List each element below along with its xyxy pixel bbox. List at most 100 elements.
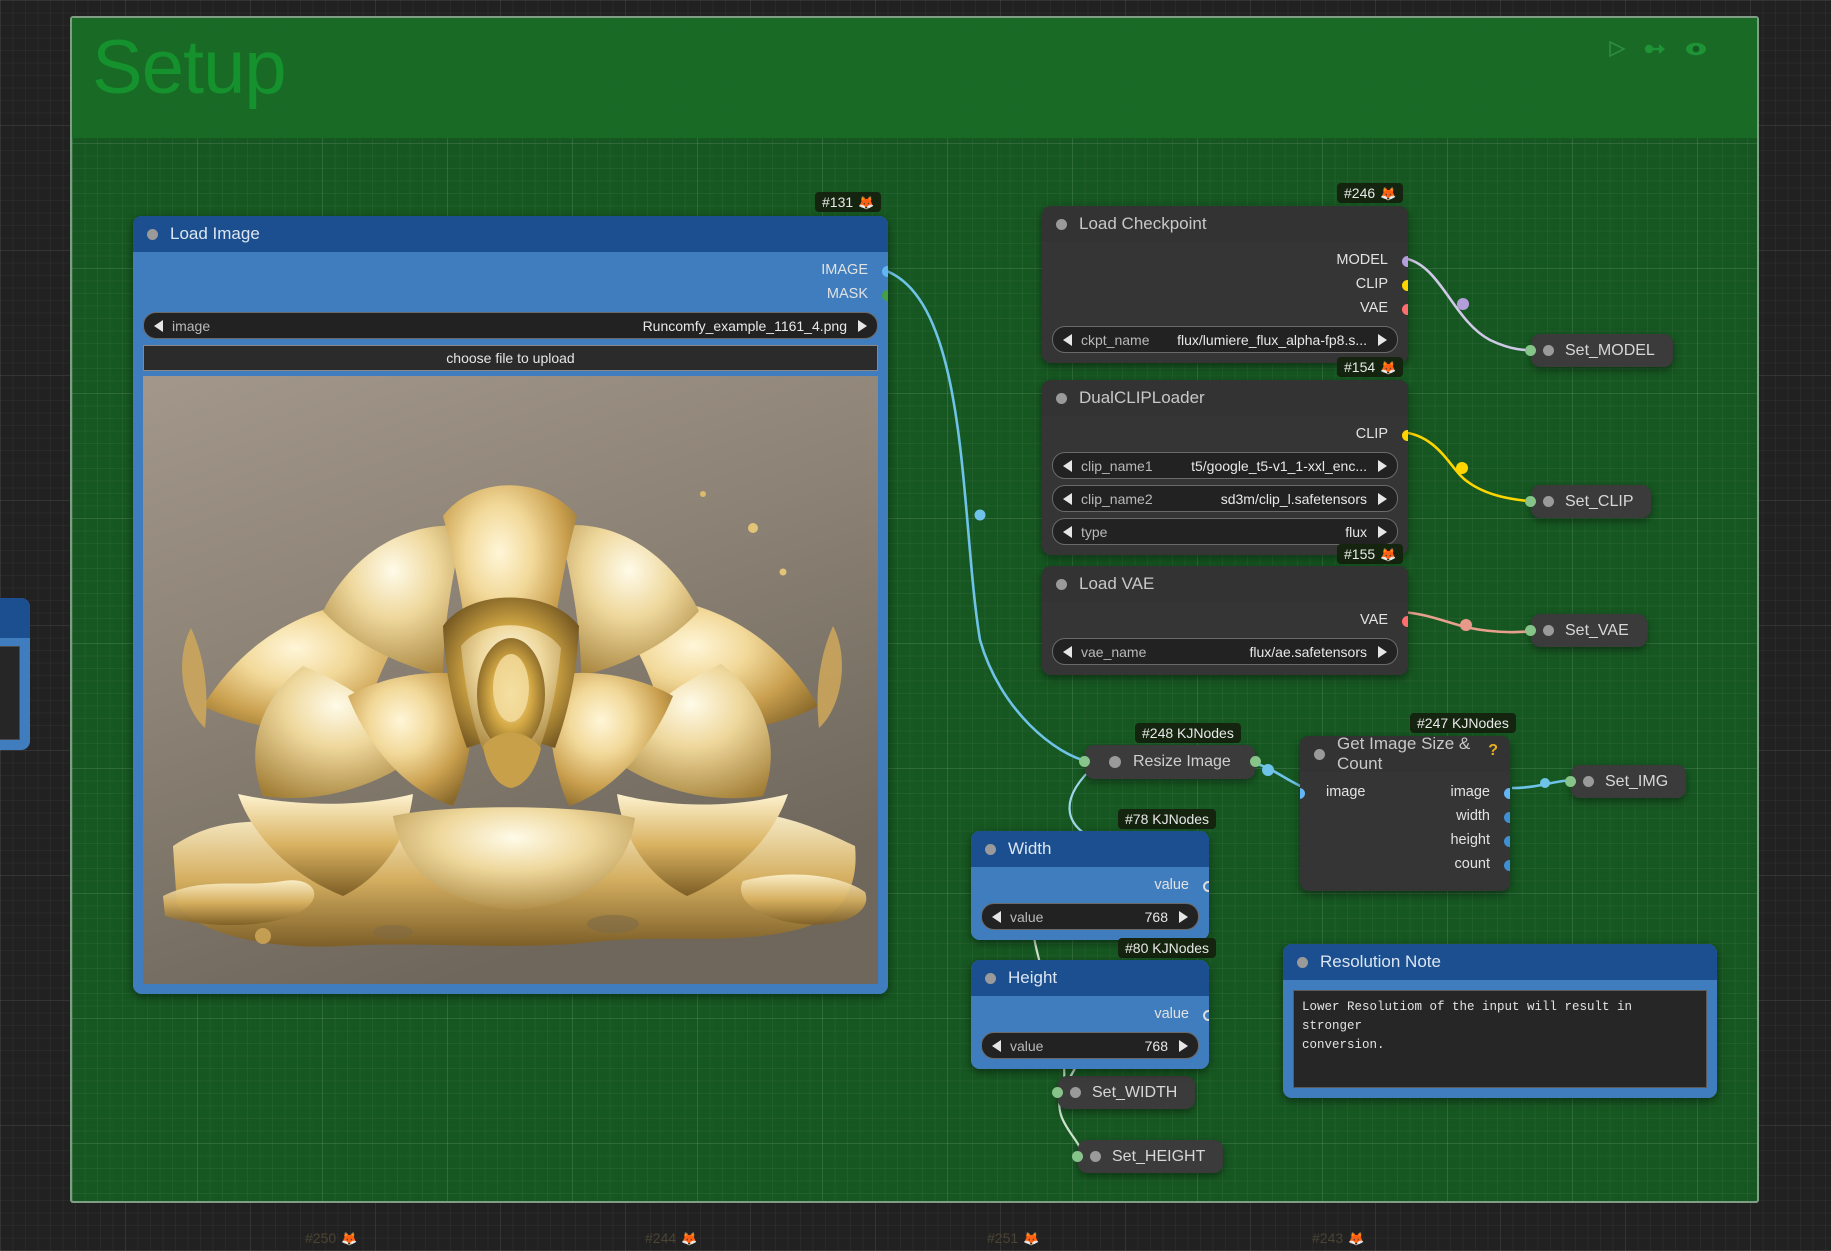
node-load-image[interactable]: Load Image IMAGE MASK image Runcomfy_exa…	[133, 216, 888, 994]
chevron-right-icon[interactable]	[1378, 459, 1387, 472]
note-textarea[interactable]: Lower Resolutiom of the input will resul…	[1293, 990, 1707, 1088]
output-slot-vae[interactable]: VAE	[1052, 611, 1408, 632]
output-dot-mask[interactable]	[882, 290, 888, 301]
chevron-left-icon[interactable]	[154, 319, 163, 332]
node-load-vae-title[interactable]: Load VAE	[1042, 566, 1408, 602]
widget-ckpt-name[interactable]: ckpt_name flux/lumiere_flux_alpha-fp8.s.…	[1052, 326, 1398, 353]
output-dot-value[interactable]	[1203, 1010, 1209, 1021]
node-set-clip[interactable]: Set_CLIP	[1525, 485, 1652, 518]
node-width[interactable]: Width value value 768	[971, 831, 1209, 940]
output-dot-clip[interactable]	[1402, 280, 1408, 291]
output-slot-mask[interactable]: MASK	[143, 285, 888, 306]
collapse-icon[interactable]	[985, 843, 996, 855]
eye-icon[interactable]	[1683, 40, 1709, 58]
widget-height-value[interactable]: value 768	[981, 1032, 1199, 1059]
node-load-vae[interactable]: Load VAE VAE vae_name flux/ae.safetensor…	[1042, 566, 1408, 675]
input-dot[interactable]	[1072, 1151, 1083, 1162]
widget-type[interactable]: type flux	[1052, 518, 1398, 545]
node-resolution-note-title[interactable]: Resolution Note	[1283, 944, 1717, 980]
node-dualclip-title[interactable]: DualCLIPLoader	[1042, 380, 1408, 416]
collapse-icon[interactable]	[1056, 218, 1067, 230]
input-dot[interactable]	[1525, 625, 1536, 636]
collapse-icon[interactable]	[147, 228, 158, 240]
chevron-right-icon[interactable]	[858, 319, 867, 332]
input-dot[interactable]	[1052, 1087, 1063, 1098]
widget-clip-name2[interactable]: clip_name2 sd3m/clip_l.safetensors	[1052, 485, 1398, 512]
output-slot-image[interactable]: IMAGE	[143, 261, 888, 282]
collapse-icon[interactable]	[1314, 748, 1325, 760]
output-slot-value[interactable]: value	[981, 876, 1209, 897]
chevron-left-icon[interactable]	[1063, 459, 1072, 472]
collapse-icon[interactable]	[1070, 1087, 1081, 1098]
input-dot[interactable]	[1525, 496, 1536, 507]
image-preview[interactable]	[143, 376, 878, 984]
output-dot-image[interactable]	[1504, 788, 1510, 799]
chevron-right-icon[interactable]	[1378, 492, 1387, 505]
widget-width-value[interactable]: value 768	[981, 903, 1199, 930]
play-icon[interactable]	[1607, 40, 1627, 58]
chevron-right-icon[interactable]	[1179, 1039, 1188, 1052]
node-get-image-size[interactable]: Get Image Size & Count ? image image wid…	[1300, 736, 1510, 891]
output-slot-clip[interactable]: CLIP	[1052, 275, 1408, 296]
help-icon[interactable]: ?	[1488, 742, 1498, 760]
offscreen-node-partial[interactable]	[0, 598, 30, 750]
chevron-left-icon[interactable]	[1063, 525, 1072, 538]
node-set-model[interactable]: Set_MODEL	[1525, 334, 1673, 367]
group-toolbar[interactable]	[1607, 40, 1709, 58]
input-dot-image[interactable]	[1300, 788, 1305, 799]
collapse-icon[interactable]	[1090, 1151, 1101, 1162]
collapse-icon[interactable]	[1543, 496, 1554, 507]
node-width-title[interactable]: Width	[971, 831, 1209, 867]
chevron-left-icon[interactable]	[992, 910, 1001, 923]
node-resolution-note[interactable]: Resolution Note Lower Resolutiom of the …	[1283, 944, 1717, 1098]
io-row-count[interactable]: count	[1310, 855, 1510, 876]
widget-clip-name1[interactable]: clip_name1 t5/google_t5-v1_1-xxl_enc...	[1052, 452, 1398, 479]
collapse-icon[interactable]	[1297, 956, 1308, 968]
node-load-image-title[interactable]: Load Image	[133, 216, 888, 252]
output-dot-count[interactable]	[1504, 860, 1510, 871]
collapse-icon[interactable]	[1543, 625, 1554, 636]
input-dot[interactable]	[1525, 345, 1536, 356]
widget-vae-name[interactable]: vae_name flux/ae.safetensors	[1052, 638, 1398, 665]
output-dot-clip[interactable]	[1402, 430, 1408, 441]
collapse-icon[interactable]	[1543, 345, 1554, 356]
link-icon[interactable]	[1643, 41, 1667, 57]
output-dot-model[interactable]	[1402, 256, 1408, 267]
widget-image-name[interactable]: image Runcomfy_example_1161_4.png	[143, 312, 878, 339]
collapse-icon[interactable]	[1583, 776, 1594, 787]
chevron-left-icon[interactable]	[1063, 645, 1072, 658]
chevron-right-icon[interactable]	[1179, 910, 1188, 923]
node-load-checkpoint[interactable]: Load Checkpoint MODEL CLIP VAE ckpt_name…	[1042, 206, 1408, 363]
output-slot-clip[interactable]: CLIP	[1052, 425, 1408, 446]
io-row-height[interactable]: height	[1310, 831, 1510, 852]
choose-file-button[interactable]: choose file to upload	[143, 345, 878, 371]
comfyui-canvas[interactable]: Setup #131 🦊 Load Image IMAGE MASK image…	[0, 0, 1831, 1251]
input-dot[interactable]	[1079, 756, 1090, 767]
collapse-icon[interactable]	[1109, 756, 1121, 768]
group-header[interactable]	[72, 18, 1757, 138]
output-dot-value[interactable]	[1203, 881, 1209, 892]
node-height-title[interactable]: Height	[971, 960, 1209, 996]
chevron-left-icon[interactable]	[1063, 492, 1072, 505]
output-dot-height[interactable]	[1504, 836, 1510, 847]
node-height[interactable]: Height value value 768	[971, 960, 1209, 1069]
node-set-vae[interactable]: Set_VAE	[1525, 614, 1647, 647]
collapse-icon[interactable]	[985, 972, 996, 984]
output-slot-vae[interactable]: VAE	[1052, 299, 1408, 320]
chevron-left-icon[interactable]	[992, 1039, 1001, 1052]
output-dot-vae[interactable]	[1402, 304, 1408, 315]
io-row-image[interactable]: image image	[1300, 783, 1510, 804]
node-get-image-size-title[interactable]: Get Image Size & Count ?	[1300, 736, 1510, 773]
chevron-left-icon[interactable]	[1063, 333, 1072, 346]
node-dualclip-loader[interactable]: DualCLIPLoader CLIP clip_name1 t5/google…	[1042, 380, 1408, 555]
output-dot[interactable]	[1249, 756, 1261, 767]
output-dot-width[interactable]	[1504, 812, 1510, 823]
node-set-height[interactable]: Set_HEIGHT	[1072, 1140, 1224, 1173]
node-load-checkpoint-title[interactable]: Load Checkpoint	[1042, 206, 1408, 242]
chevron-right-icon[interactable]	[1378, 645, 1387, 658]
output-slot-value[interactable]: value	[981, 1005, 1209, 1026]
collapse-icon[interactable]	[1056, 392, 1067, 404]
output-dot-vae[interactable]	[1402, 616, 1408, 627]
node-resize-image[interactable]: Resize Image	[1079, 745, 1261, 779]
io-row-width[interactable]: width	[1310, 807, 1510, 828]
